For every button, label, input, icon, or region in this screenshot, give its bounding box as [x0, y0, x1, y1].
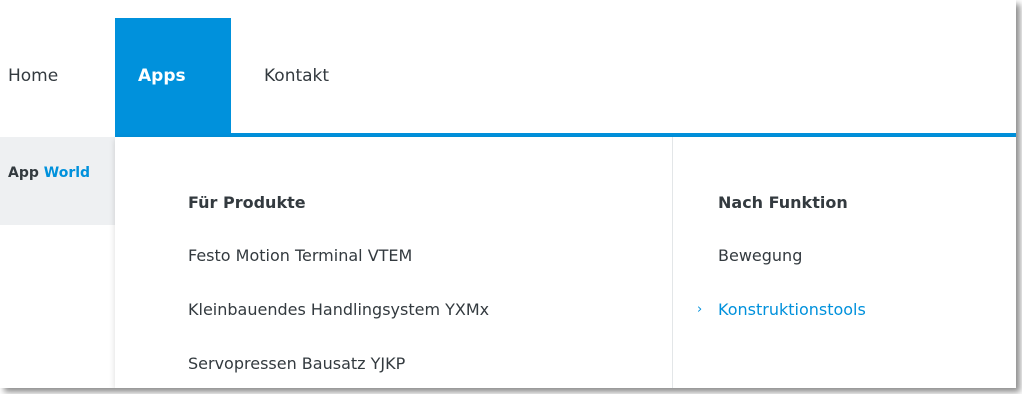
menu-item-yjkp[interactable]: Servopressen Bausatz YJKP — [188, 354, 405, 373]
nav-home-label: Home — [8, 65, 59, 86]
nav-contact[interactable]: Kontakt — [264, 18, 384, 133]
menu-item-konstruktionstools[interactable]: Konstruktionstools — [718, 300, 866, 319]
nav-apps-label: Apps — [138, 65, 186, 86]
products-heading: Für Produkte — [188, 193, 306, 212]
left-strip-band — [0, 137, 115, 225]
functions-heading: Nach Funktion — [718, 193, 848, 212]
app-world-link[interactable]: App World — [8, 165, 115, 181]
app-world-suffix: World — [43, 165, 91, 181]
menu-column-divider — [672, 137, 673, 388]
menu-item-vtem[interactable]: Festo Motion Terminal VTEM — [188, 246, 412, 265]
chevron-right-icon: › — [697, 302, 703, 317]
app-window: Home Apps Kontakt App World Für Produkte… — [0, 0, 1016, 388]
nav-home[interactable]: Home — [8, 18, 108, 133]
main-navigation: Home Apps Kontakt — [0, 0, 1016, 133]
menu-item-bewegung[interactable]: Bewegung — [718, 246, 802, 265]
menu-item-yxmx[interactable]: Kleinbauendes Handlingsystem YXMx — [188, 300, 489, 319]
nav-apps[interactable]: Apps — [115, 18, 231, 133]
app-world-prefix: App — [8, 165, 39, 181]
nav-contact-label: Kontakt — [264, 65, 330, 86]
